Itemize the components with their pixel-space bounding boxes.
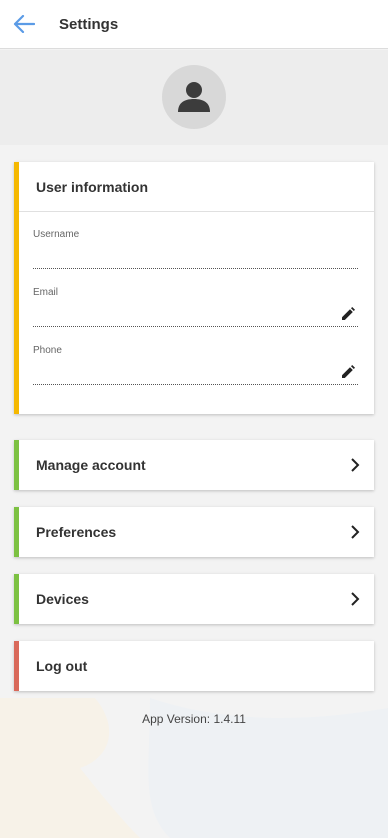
card-accent — [14, 162, 19, 414]
email-field[interactable]: Email — [33, 287, 358, 327]
phone-label: Phone — [33, 345, 62, 356]
username-field[interactable]: Username — [33, 229, 358, 269]
devices-item[interactable]: Devices — [14, 574, 374, 624]
email-label: Email — [33, 287, 59, 298]
chevron-right-icon — [351, 525, 360, 539]
pencil-icon[interactable] — [341, 307, 355, 321]
card-accent — [14, 440, 19, 490]
page-title: Settings — [59, 15, 119, 33]
username-label: Username — [33, 229, 80, 240]
back-button[interactable] — [0, 0, 48, 48]
avatar[interactable] — [162, 65, 226, 129]
app-version: App Version: 1.4.11 — [142, 712, 246, 726]
user-information-card: User information Username Email Phone — [14, 162, 374, 414]
manage-account-label: Manage account — [36, 457, 146, 473]
log-out-button[interactable]: Log out — [14, 641, 374, 691]
top-app-bar: Settings — [0, 0, 388, 49]
person-icon — [178, 82, 210, 112]
preferences-label: Preferences — [36, 524, 117, 540]
card-accent — [14, 641, 19, 691]
profile-header — [0, 50, 388, 145]
preferences-item[interactable]: Preferences — [14, 507, 374, 557]
manage-account-item[interactable]: Manage account — [14, 440, 374, 490]
chevron-right-icon — [351, 458, 360, 472]
arrow-left-icon — [13, 15, 35, 33]
card-accent — [14, 574, 19, 624]
log-out-label: Log out — [36, 658, 88, 674]
chevron-right-icon — [351, 592, 360, 606]
user-information-title: User information — [14, 162, 374, 212]
pencil-icon[interactable] — [341, 365, 355, 379]
devices-label: Devices — [36, 591, 89, 607]
card-accent — [14, 507, 19, 557]
phone-field[interactable]: Phone — [33, 345, 358, 385]
